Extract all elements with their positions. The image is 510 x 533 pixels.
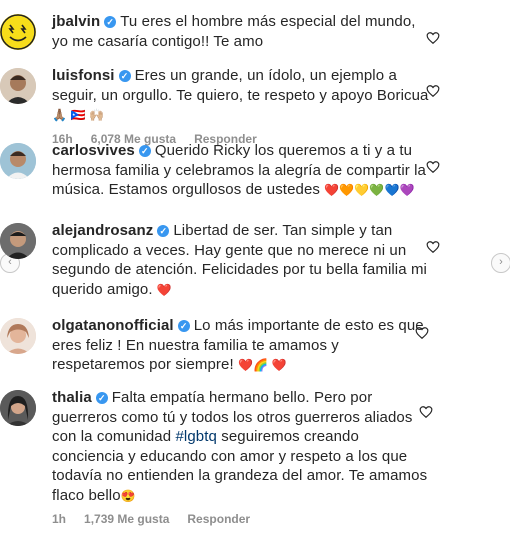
verified-badge-icon: ✓ — [118, 70, 131, 82]
comment-likes[interactable]: 1,739 Me gusta — [84, 512, 169, 526]
verified-badge-icon: ✓ — [157, 225, 170, 237]
verified-badge-icon: ✓ — [104, 16, 117, 28]
comment-username[interactable]: alejandrosanz — [52, 222, 153, 239]
comment-jbalvin: jbalvin ✓ Tu eres el hombre más especial d… — [0, 12, 432, 51]
verified-badge-icon: ✓ — [177, 320, 190, 332]
comment-thalia: thalia ✓ Falta empatía hermano bello. Pero… — [0, 388, 432, 526]
comment-time: 1h — [52, 512, 67, 526]
comment-alejandrosanz: alejandrosanz ✓ Libertad de ser. Tan simpl… — [0, 221, 432, 300]
avatar[interactable] — [0, 143, 36, 179]
comment-emojis: ❤️🌈 ❤️ — [238, 358, 287, 372]
comment-emojis: 🙏🏽 🇵🇷 🙌🏼 — [52, 108, 104, 122]
hashtag-link[interactable]: #lgbtq — [175, 428, 216, 445]
avatar[interactable] — [0, 390, 36, 426]
verified-badge-icon: ✓ — [138, 145, 151, 157]
avatar[interactable] — [0, 223, 36, 259]
comment-emojis: ❤️ — [156, 282, 172, 297]
comment-username[interactable]: jbalvin — [52, 13, 100, 30]
like-heart-icon[interactable] — [426, 31, 440, 45]
comment-luisfonsi: luisfonsi ✓ Eres un grande, un ídolo, un e… — [0, 66, 432, 146]
verified-badge-icon: ✓ — [95, 392, 108, 404]
comments-panel: ‹ › jbalvin ✓ Tu eres el hombre más especi… — [0, 0, 510, 533]
comment-carlosvives: carlosvives ✓ Querido Ricky los queremos a… — [0, 141, 432, 201]
avatar[interactable] — [0, 14, 36, 50]
comment-username[interactable]: olgatanonofficial — [52, 317, 174, 334]
reply-button[interactable]: Responder — [187, 512, 250, 526]
like-heart-icon[interactable] — [426, 240, 440, 254]
avatar[interactable] — [0, 318, 36, 354]
comment-olgatanonofficial: olgatanonofficial ✓ Lo más importante de e… — [0, 316, 432, 376]
comment-username[interactable]: carlosvives — [52, 142, 135, 159]
comment-username[interactable]: luisfonsi — [52, 67, 115, 84]
next-arrow-icon[interactable]: › — [491, 253, 510, 273]
like-heart-icon[interactable] — [419, 405, 433, 419]
comment-emojis: 😍 — [120, 488, 136, 503]
like-heart-icon[interactable] — [415, 326, 429, 340]
like-heart-icon[interactable] — [426, 84, 440, 98]
comment-username[interactable]: thalia — [52, 389, 92, 406]
avatar[interactable] — [0, 68, 36, 104]
like-heart-icon[interactable] — [426, 160, 440, 174]
comment-emojis: ❤️🧡💛💚💙💜 — [324, 183, 415, 197]
